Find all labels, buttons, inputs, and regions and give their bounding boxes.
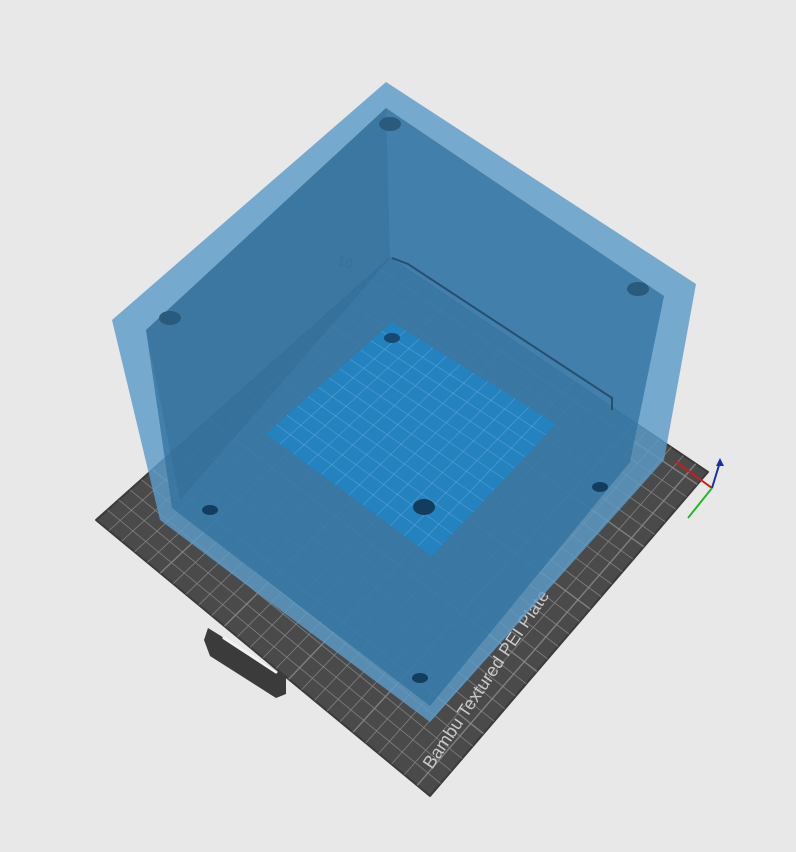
hole-left (159, 311, 181, 325)
hole-inner-top (384, 333, 400, 343)
hole-right (627, 282, 649, 296)
z-axis-arrow-icon (716, 458, 724, 466)
3d-viewport[interactable]: Bambu Textured PEI Plate 01 (0, 0, 796, 852)
hole-inner-bottom (412, 673, 428, 683)
hole-center (413, 499, 435, 515)
hole-inner-left (202, 505, 218, 515)
model-object[interactable] (112, 82, 696, 722)
scene-canvas[interactable]: Bambu Textured PEI Plate 01 (0, 0, 796, 852)
hole-inner-right (592, 482, 608, 492)
hole-top (379, 117, 401, 131)
